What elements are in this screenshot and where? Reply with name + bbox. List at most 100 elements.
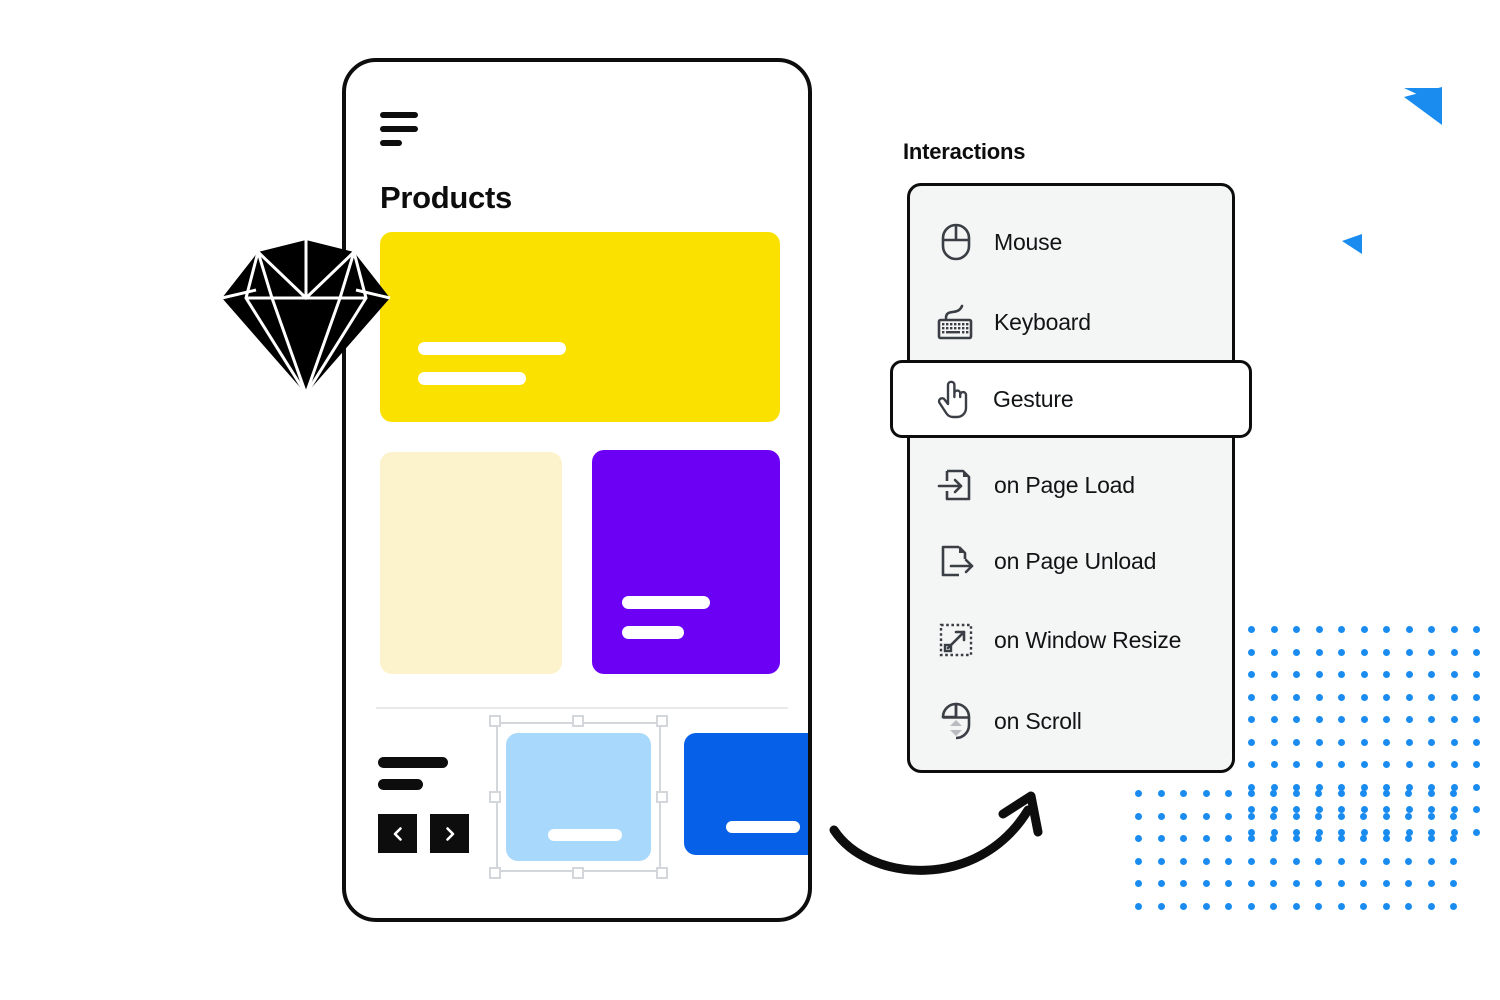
- dot: [1202, 902, 1210, 910]
- dot: [1405, 835, 1412, 842]
- dot: [1270, 880, 1277, 887]
- dot: [1427, 812, 1435, 820]
- dot: [1247, 835, 1255, 842]
- product-card-blue[interactable]: [684, 733, 808, 855]
- placeholder-bar: [622, 626, 684, 639]
- dot: [1338, 693, 1345, 701]
- keyboard-icon: [932, 302, 980, 342]
- window-resize-icon: [932, 620, 980, 660]
- menu-item-on-window-resize[interactable]: on Window Resize: [910, 600, 1232, 680]
- dot: [1135, 902, 1142, 910]
- menu-item-gesture[interactable]: Gesture: [890, 360, 1252, 438]
- dot: [1338, 648, 1345, 656]
- dot: [1157, 857, 1165, 865]
- menu-item-on-page-load[interactable]: on Page Load: [910, 445, 1232, 525]
- dot: [1202, 812, 1210, 820]
- dot: [1382, 835, 1390, 842]
- dot: [1405, 648, 1413, 656]
- dot: [1382, 790, 1390, 797]
- placeholder-bar: [622, 596, 710, 609]
- dot: [1202, 835, 1210, 842]
- menu-item-mouse[interactable]: Mouse: [910, 202, 1232, 282]
- product-card-purple[interactable]: [592, 450, 780, 674]
- selection-handle-ne[interactable]: [656, 715, 668, 727]
- selection-handle-nw[interactable]: [489, 715, 501, 727]
- dot: [1338, 738, 1345, 746]
- dot: [1315, 761, 1323, 768]
- selection-handle-w[interactable]: [489, 791, 501, 803]
- dot: [1450, 880, 1457, 887]
- dot: [1473, 761, 1480, 768]
- dot: [1450, 693, 1458, 701]
- selection-handle-se[interactable]: [656, 867, 668, 879]
- dot: [1473, 806, 1480, 813]
- selection-handle-e[interactable]: [656, 791, 668, 803]
- dot: [1428, 806, 1435, 813]
- dot: [1135, 857, 1142, 865]
- selection-handle-s[interactable]: [572, 867, 584, 879]
- menu-item-on-page-unload[interactable]: on Page Unload: [910, 521, 1232, 601]
- carousel-prev-button[interactable]: [378, 814, 417, 853]
- dot: [1337, 835, 1345, 842]
- menu-item-label: on Scroll: [994, 707, 1082, 734]
- dot: [1315, 790, 1322, 797]
- dot: [1270, 835, 1277, 842]
- dot: [1180, 835, 1187, 842]
- dot: [1427, 790, 1435, 797]
- dot: [1450, 761, 1458, 768]
- page-unload-icon: [932, 541, 980, 581]
- dot: [1248, 693, 1255, 701]
- dot: [1247, 857, 1255, 865]
- dot: [1135, 812, 1142, 820]
- menu-item-keyboard[interactable]: Keyboard: [910, 282, 1232, 362]
- carousel-subheading-bar: [378, 779, 423, 790]
- dot: [1428, 693, 1435, 701]
- dot: [1450, 857, 1457, 865]
- dot: [1293, 716, 1300, 723]
- carousel-next-button[interactable]: [430, 814, 469, 853]
- dot: [1337, 790, 1345, 797]
- placeholder-bar: [418, 342, 566, 355]
- dot: [1428, 738, 1435, 746]
- phone-mockup: Products: [342, 58, 812, 922]
- menu-item-label: Gesture: [993, 385, 1074, 412]
- dot: [1315, 857, 1322, 865]
- placeholder-bar: [726, 821, 800, 833]
- dot: [1427, 902, 1435, 910]
- selection-handle-sw[interactable]: [489, 867, 501, 879]
- dot: [1292, 790, 1300, 797]
- hamburger-menu-icon[interactable]: [380, 112, 420, 154]
- selection-frame[interactable]: [489, 715, 668, 879]
- menu-item-label: on Page Load: [994, 471, 1135, 498]
- dot: [1225, 880, 1232, 887]
- carousel-heading-bar: [378, 757, 448, 768]
- dot: [1360, 790, 1367, 797]
- dot: [1315, 880, 1322, 887]
- dot: [1405, 880, 1412, 887]
- dot: [1360, 902, 1367, 910]
- selection-handle-n[interactable]: [572, 715, 584, 727]
- dot: [1247, 812, 1255, 820]
- menu-item-on-scroll[interactable]: on Scroll: [910, 681, 1232, 761]
- dot: [1383, 648, 1390, 656]
- dot: [1315, 693, 1323, 701]
- triangle-small-icon: [1342, 234, 1362, 254]
- dot: [1360, 693, 1368, 701]
- dot: [1337, 902, 1345, 910]
- dot: [1360, 812, 1367, 820]
- dot: [1247, 880, 1255, 887]
- product-card-yellow[interactable]: [380, 232, 780, 422]
- dot: [1315, 835, 1322, 842]
- dot: [1382, 857, 1390, 865]
- menu-item-label: on Window Resize: [994, 626, 1182, 653]
- dot-grid-upper: [1248, 626, 1480, 836]
- dot: [1315, 626, 1323, 633]
- dot: [1338, 626, 1345, 633]
- dot: [1428, 761, 1435, 768]
- product-card-cream[interactable]: [380, 452, 562, 674]
- sketch-diamond-logo: [221, 240, 391, 397]
- dot: [1450, 626, 1458, 633]
- hand-pointer-icon: [929, 378, 977, 420]
- dot: [1450, 738, 1458, 746]
- dot: [1405, 761, 1413, 768]
